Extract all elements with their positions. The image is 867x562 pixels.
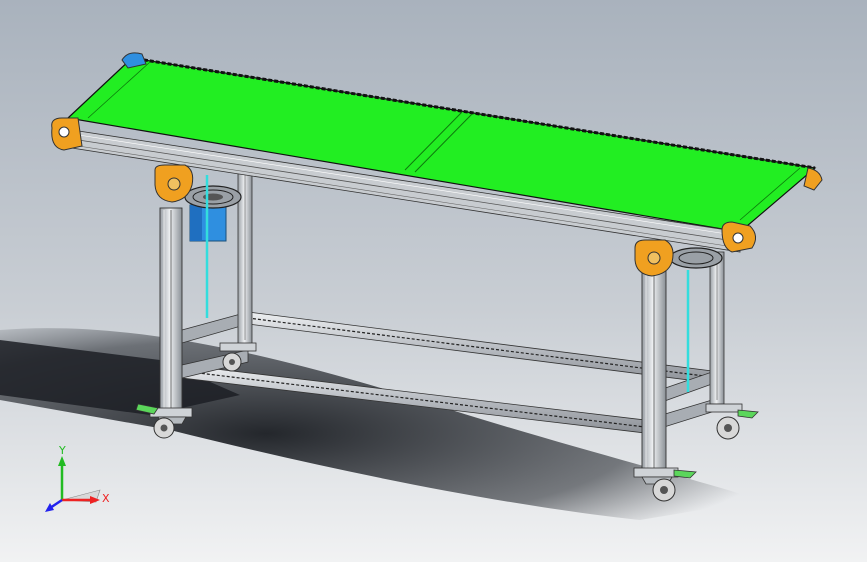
triad-x-label: X <box>102 492 110 505</box>
conveyor-model-scene[interactable]: Y X <box>0 0 867 562</box>
tension-pulley <box>669 247 723 269</box>
cad-viewport[interactable]: Y X <box>0 0 867 562</box>
triad-y-label: Y <box>58 444 66 457</box>
